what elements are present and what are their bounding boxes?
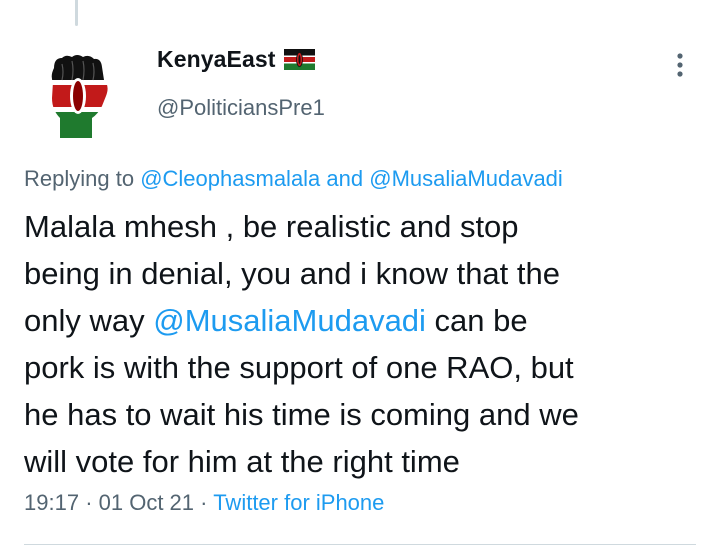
tweet-line: only way @MusaliaMudavadi can be	[24, 297, 710, 344]
author-handle[interactable]: @PoliticiansPre1	[157, 95, 325, 121]
meta-separator: ·	[85, 490, 93, 515]
tweet-line-text: only way	[24, 303, 154, 338]
tweet-time[interactable]: 19:17	[24, 490, 79, 515]
replying-to-label: Replying to	[24, 166, 135, 191]
tweet-line: will vote for him at the right time	[24, 444, 460, 479]
tweet-line: pork is with the support of one RAO, but	[24, 350, 574, 385]
tweet-line: Malala mhesh , be realistic and stop	[24, 209, 519, 244]
divider	[24, 544, 696, 545]
kenya-flag-icon	[283, 49, 315, 70]
tweet-metadata: 19:17 · 01 Oct 21 · Twitter for iPhone	[24, 490, 384, 516]
mention-link-musaliamudavadi[interactable]: @MusaliaMudavadi	[369, 166, 563, 191]
author-name-row[interactable]: KenyaEast	[157, 46, 315, 73]
tweet-line-text: can be	[425, 303, 528, 338]
avatar[interactable]	[40, 50, 118, 142]
replying-to-conjunction: and	[326, 166, 364, 191]
tweet-line: being in denial, you and i know that the	[24, 256, 560, 291]
tweet-source-link[interactable]: Twitter for iPhone	[213, 490, 384, 515]
thread-connector-line	[75, 0, 78, 26]
tweet-date[interactable]: 01 Oct 21	[99, 490, 194, 515]
meta-separator: ·	[200, 490, 208, 515]
more-options-icon[interactable]	[670, 52, 690, 78]
tweet-line: he has to wait his time is coming and we	[24, 397, 579, 432]
tweet-text: Malala mhesh , be realistic and stop bei…	[24, 203, 710, 485]
author-display-name[interactable]: KenyaEast	[157, 46, 276, 73]
replying-to: Replying to @Cleophasmalala and @Musalia…	[24, 166, 563, 192]
raised-fist-kenya-flag-icon	[51, 55, 108, 138]
mention-link-cleophasmalala[interactable]: @Cleophasmalala	[140, 166, 320, 191]
tweet-mention-link[interactable]: @MusaliaMudavadi	[153, 303, 426, 338]
